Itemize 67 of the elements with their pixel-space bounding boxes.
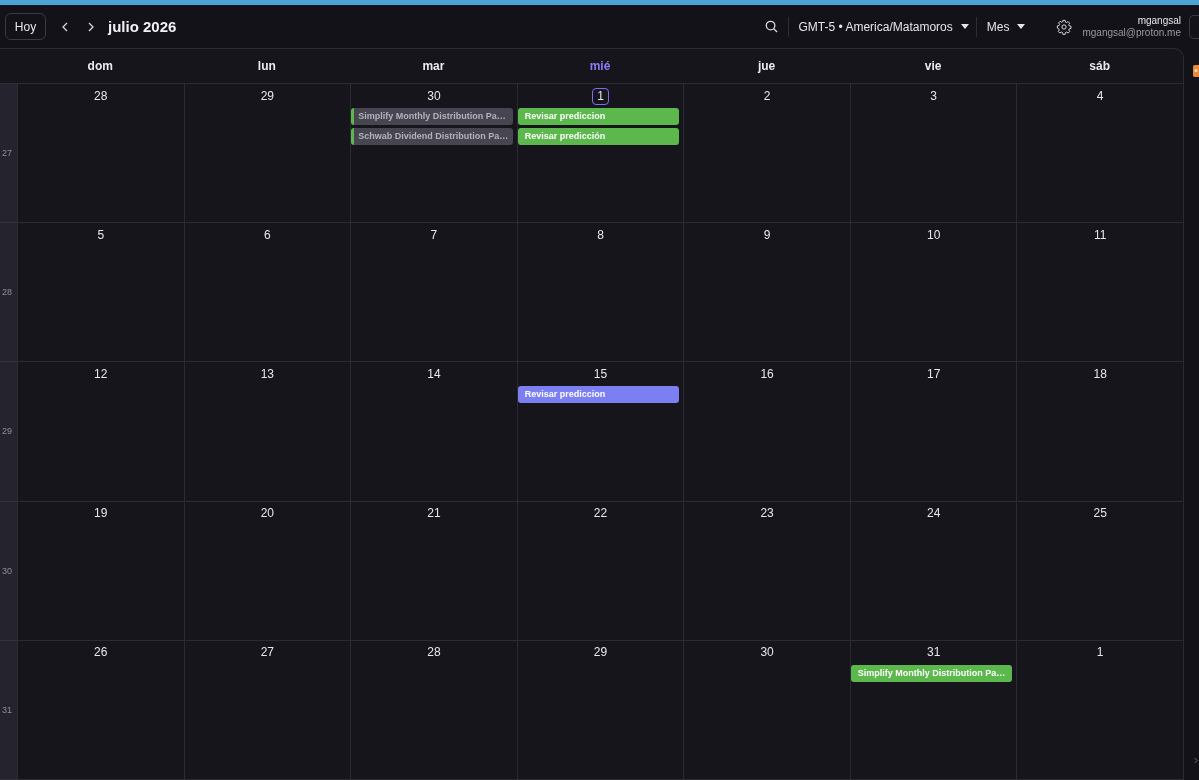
day-number: 15 (592, 365, 609, 383)
app-icon[interactable] (1193, 64, 1199, 78)
weekday-header: sáb (1016, 49, 1183, 84)
day-number: 11 (1092, 226, 1108, 244)
day-number: 3 (929, 87, 938, 105)
day-number: 18 (1092, 365, 1108, 383)
day-number: 10 (925, 226, 942, 244)
calendar-event[interactable]: Simplify Monthly Distribution Pa… (850, 664, 1013, 682)
calendar-event[interactable]: Schwab Dividend Distribution Pa… (351, 128, 513, 145)
user-name: mgangsal (1137, 14, 1181, 27)
weekday-header: mié (516, 49, 684, 84)
day-number: 17 (925, 365, 942, 383)
day-number: 8 (596, 226, 605, 244)
day-number: 28 (426, 644, 442, 662)
day-number: 4 (1095, 87, 1105, 105)
day-number: 26 (93, 644, 109, 662)
day-number: 29 (259, 87, 276, 105)
week-number: 28 (2, 287, 12, 298)
month-title: julio 2026 (108, 18, 177, 35)
day-number: 1 (1095, 644, 1105, 662)
calendar-event[interactable]: Simplify Monthly Distribution Pa… (351, 108, 513, 125)
week-number: 31 (2, 704, 12, 715)
week-number: 30 (2, 565, 12, 576)
day-number: 1 (592, 87, 609, 105)
week-number: 29 (2, 426, 12, 437)
settings-icon[interactable] (1056, 18, 1073, 35)
day-number: 28 (93, 87, 109, 105)
day-number: 6 (263, 226, 272, 244)
day-number: 19 (93, 505, 109, 523)
day-number: 25 (1092, 505, 1108, 523)
day-number: 16 (759, 365, 775, 383)
day-number: 30 (759, 644, 775, 662)
day-number: 23 (759, 505, 775, 523)
week-number: 27 (2, 148, 12, 159)
chevron-icon[interactable] (1194, 757, 1198, 764)
view-dropdown[interactable]: Mes (976, 13, 1033, 40)
search-icon[interactable] (764, 20, 778, 33)
day-number: 29 (592, 644, 609, 662)
user-email: mgangsal@proton.me (1082, 26, 1181, 39)
weekday-header: jue (683, 49, 850, 84)
day-number: 13 (259, 365, 276, 383)
caret-icon (960, 24, 969, 29)
timezone-dropdown[interactable]: GMT-5 • America/Matamoros (788, 13, 976, 40)
day-number: 12 (93, 365, 109, 383)
today-button[interactable]: Hoy (5, 13, 46, 40)
day-number: 27 (259, 644, 276, 662)
calendar-event[interactable]: Revisar predicción (517, 128, 680, 145)
day-number: 7 (429, 226, 439, 244)
day-number: 2 (762, 87, 772, 105)
day-number: 9 (762, 226, 772, 244)
weekday-header: mar (350, 49, 517, 84)
calendar-event[interactable]: Revisar prediccion (517, 386, 680, 404)
chevron-left-icon[interactable] (62, 21, 68, 32)
caret-icon (1017, 24, 1026, 29)
weekday-header: dom (17, 49, 184, 84)
weekday-header: lun (183, 49, 351, 84)
day-number: 30 (426, 87, 442, 105)
day-number: 22 (592, 505, 609, 523)
calendar-event[interactable]: Revisar prediccion (517, 108, 680, 125)
day-number: 20 (259, 505, 276, 523)
chevron-right-icon[interactable] (88, 21, 94, 32)
day-number: 5 (96, 226, 106, 244)
day-number: 21 (426, 505, 442, 523)
weekday-header: vie (849, 49, 1017, 84)
day-number: 24 (925, 505, 942, 523)
day-number: 14 (426, 365, 442, 383)
day-number: 31 (925, 644, 942, 662)
